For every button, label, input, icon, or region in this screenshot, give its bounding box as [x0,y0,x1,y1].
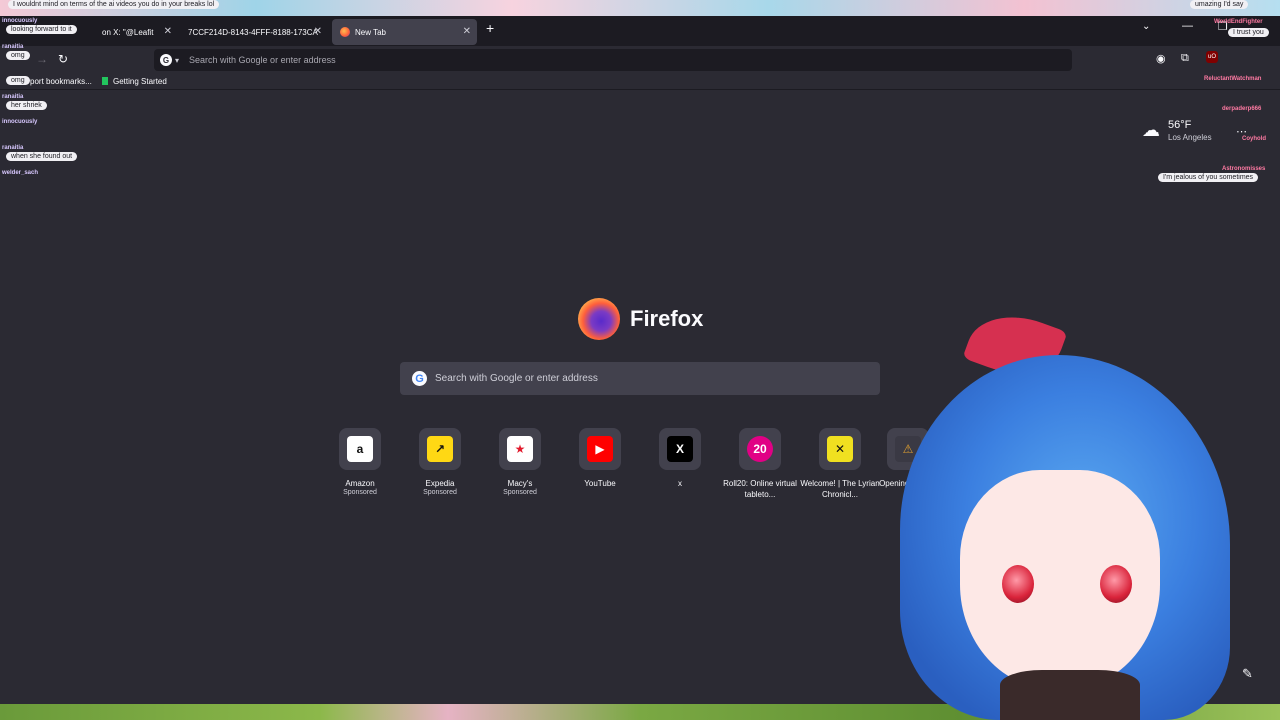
url-placeholder: Search with Google or enter address [189,55,336,65]
chat-username: derpaderp666 [1222,106,1262,112]
chat-username: welder_sach [2,170,39,176]
shortcut-sponsored: Sponsored [423,489,457,496]
search-engine-selector[interactable]: G ▾ [160,54,179,66]
reload-icon[interactable]: ↻ [58,52,68,66]
shortcut-title: Amazon [345,479,375,488]
tab-label: on X: "@Leafit [102,27,154,37]
cloud-icon: ☁ [1142,120,1160,140]
shortcut-title: Roll20: Online virtual tableto... [723,479,797,499]
ublock-origin-icon[interactable]: uO [1206,51,1218,63]
lyrian-icon: ✕ [827,436,853,462]
shortcut-title: YouTube [584,479,616,488]
tab-label: New Tab [355,27,386,37]
chat-username: innocuously [2,119,38,125]
shortcut-tile-x[interactable]: X x [640,428,720,489]
minimize-icon[interactable]: — [1182,20,1193,32]
chat-username: innocuously [2,18,38,24]
weather-temperature: 56°F [1168,119,1192,131]
close-icon[interactable]: ✕ [463,26,471,37]
address-bar[interactable]: G ▾ Search with Google or enter address [154,49,1072,71]
forward-icon[interactable]: → [36,52,48,66]
shortcut-tile-expedia[interactable]: ↗ Expedia Sponsored [400,428,480,496]
tab-uuid[interactable]: 7CCF214D-8143-4FFF-8188-173CA ✕ [180,19,328,45]
chat-message: umazing I'd say [1190,0,1249,9]
account-icon[interactable]: ◉ [1156,52,1166,65]
close-icon[interactable]: ✕ [314,26,322,37]
tab-new-tab[interactable]: New Tab ✕ [332,19,477,45]
chat-message: looking forward to it [6,25,77,34]
chat-message: I wouldnt mind on terms of the ai videos… [8,0,220,9]
weather-widget[interactable]: ☁ 56°F Los Angeles [1142,119,1212,142]
new-tab-button[interactable]: + [486,20,494,36]
chat-username: Coyhold [1242,136,1266,142]
shortcut-tile-amazon[interactable]: a Amazon Sponsored [320,428,400,496]
macys-icon: ★ [507,436,533,462]
chevron-down-icon[interactable]: ⌄ [1142,21,1150,32]
chat-message: I'm jealous of you sometimes [1158,173,1259,182]
chat-message: omg [6,76,30,85]
roll20-icon: 20 [747,436,773,462]
firefox-icon [340,27,350,37]
firefox-logo [578,298,620,340]
google-icon: G [160,54,172,66]
bookmarks-toolbar: port bookmarks... Getting Started [0,74,1280,90]
bookmark-label: Getting Started [113,77,167,86]
chat-username: Astronomisses [1222,166,1266,172]
tab-strip: on X: "@Leafit ✕ 7CCF214D-8143-4FFF-8188… [0,16,1280,46]
chevron-down-icon: ▾ [175,55,180,65]
bookmark-icon [102,77,108,85]
firefox-wordmark: Firefox [630,306,704,331]
x-icon: X [667,436,693,462]
edit-pencil-icon[interactable]: ✎ [1242,666,1253,682]
shortcut-tile-youtube[interactable]: ▶ YouTube [560,428,640,489]
google-icon: G [412,371,427,386]
shortcut-sponsored: Sponsored [343,489,377,496]
chat-message: when she found out [6,152,78,161]
chat-username: ranaitia [2,145,24,151]
avatar-eye [1002,565,1034,603]
chat-username: ReluctantWatchman [1204,76,1262,82]
shortcut-title: x [678,479,682,488]
extensions-icon[interactable]: ⧉ [1181,52,1189,65]
avatar-collar [1000,670,1140,720]
shortcut-title: Macy's [507,479,533,488]
close-icon[interactable]: ✕ [164,26,172,37]
avatar-eye [1100,565,1132,603]
youtube-icon: ▶ [587,436,613,462]
tab-label: 7CCF214D-8143-4FFF-8188-173CA [188,27,318,37]
tab-x-post[interactable]: on X: "@Leafit ✕ [94,19,178,45]
weather-location: Los Angeles [1168,133,1212,142]
navigation-toolbar: → ↻ G ▾ Search with Google or enter addr… [0,46,1280,74]
search-placeholder: Search with Google or enter address [435,373,598,384]
shortcut-title: Expedia [425,479,455,488]
shortcut-tile-macys[interactable]: ★ Macy's Sponsored [480,428,560,496]
chat-message: I trust you [1228,28,1269,37]
chat-message: omg [6,51,30,60]
bookmark-import[interactable]: port bookmarks... [30,77,92,86]
shortcut-sponsored: Sponsored [503,489,537,496]
bookmark-getting-started[interactable]: Getting Started [102,77,167,86]
chat-username: ranaitia [2,44,24,50]
amazon-icon: a [347,436,373,462]
chat-message: her shriek [6,101,47,110]
expedia-icon: ↗ [427,436,453,462]
chat-username: WorldEndFighter [1214,19,1263,25]
shortcut-tile-roll20[interactable]: 20 Roll20: Online virtual tableto... [720,428,800,500]
search-input[interactable]: G Search with Google or enter address [400,362,880,395]
chat-username: ranaitia [2,94,24,100]
